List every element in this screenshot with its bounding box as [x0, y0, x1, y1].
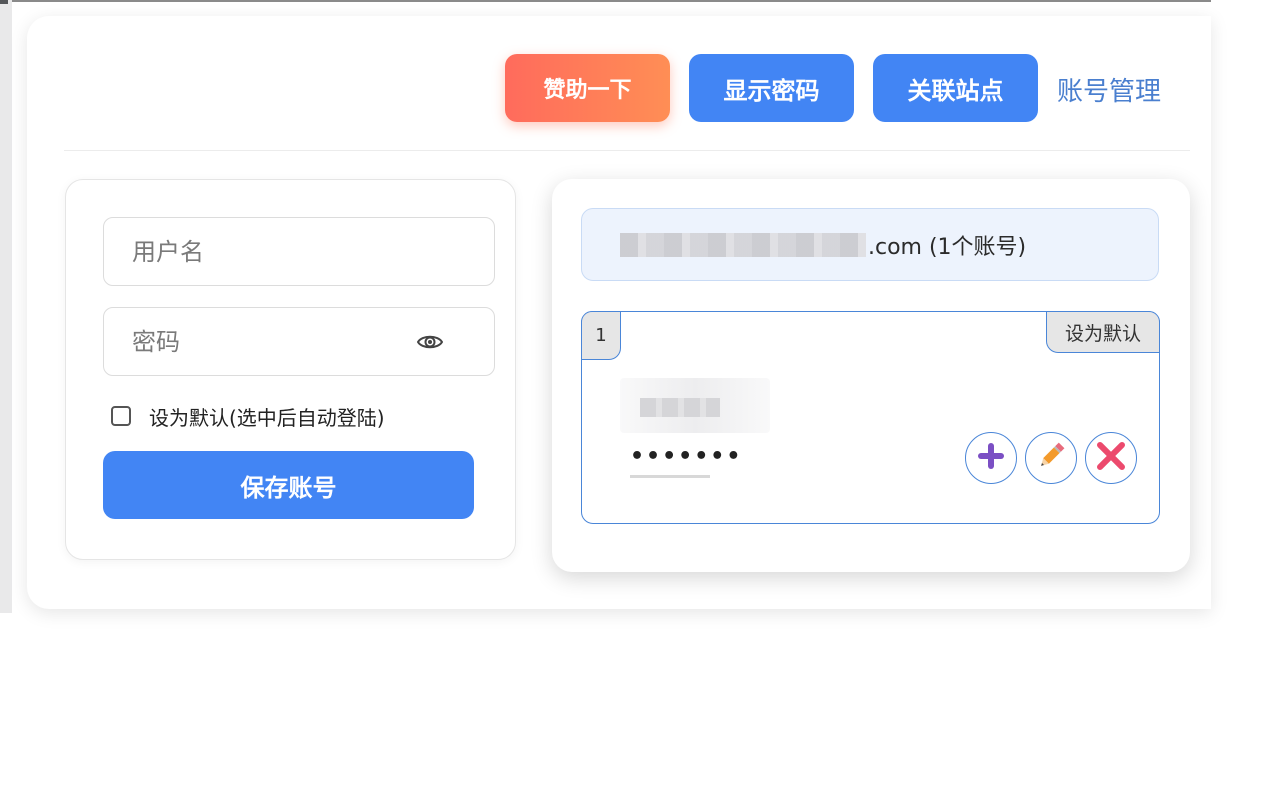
delete-account-button[interactable]: [1085, 432, 1137, 484]
account-password-mask: •••••••: [630, 444, 743, 469]
eye-icon[interactable]: [416, 332, 444, 352]
pencil-icon: [1035, 440, 1067, 476]
main-panel: 赞助一下 显示密码 关联站点 账号管理 设为默认(选中后自动登陆) 保存账号: [27, 16, 1211, 609]
account-item: 1 设为默认 •••••••: [581, 311, 1160, 524]
account-manage-link[interactable]: 账号管理: [1057, 71, 1161, 108]
window-left-edge: [0, 0, 12, 613]
password-field: [103, 307, 495, 376]
window-top-border: [12, 0, 1211, 2]
toolbar: 赞助一下 显示密码 关联站点 账号管理: [27, 16, 1211, 150]
account-username-redacted: [620, 378, 770, 433]
password-underline: [630, 475, 710, 478]
close-icon: [1095, 440, 1127, 476]
plus-icon: [976, 441, 1006, 475]
default-checkbox-label: 设为默认(选中后自动登陆): [149, 405, 385, 430]
toolbar-divider: [64, 150, 1190, 151]
default-option-row: 设为默认(选中后自动登陆): [111, 401, 385, 431]
account-form-card: 设为默认(选中后自动登陆) 保存账号: [65, 179, 516, 560]
site-account-count: .com (1个账号): [868, 234, 1027, 260]
link-site-button[interactable]: 关联站点: [873, 54, 1038, 122]
save-account-button[interactable]: 保存账号: [103, 451, 474, 519]
username-field: [103, 217, 495, 286]
account-index-badge: 1: [581, 311, 621, 360]
window-corner-mark: [0, 0, 8, 4]
show-password-button[interactable]: 显示密码: [689, 54, 854, 122]
username-input[interactable]: [104, 218, 494, 285]
sponsor-button[interactable]: 赞助一下: [505, 54, 670, 122]
default-checkbox[interactable]: [111, 406, 131, 426]
add-account-button[interactable]: [965, 432, 1017, 484]
account-list-card: .com (1个账号) 1 设为默认 •••••••: [552, 179, 1190, 572]
set-default-button[interactable]: 设为默认: [1046, 311, 1160, 353]
site-domain-redacted: [620, 232, 866, 257]
site-header: .com (1个账号): [581, 208, 1159, 281]
edit-account-button[interactable]: [1025, 432, 1077, 484]
